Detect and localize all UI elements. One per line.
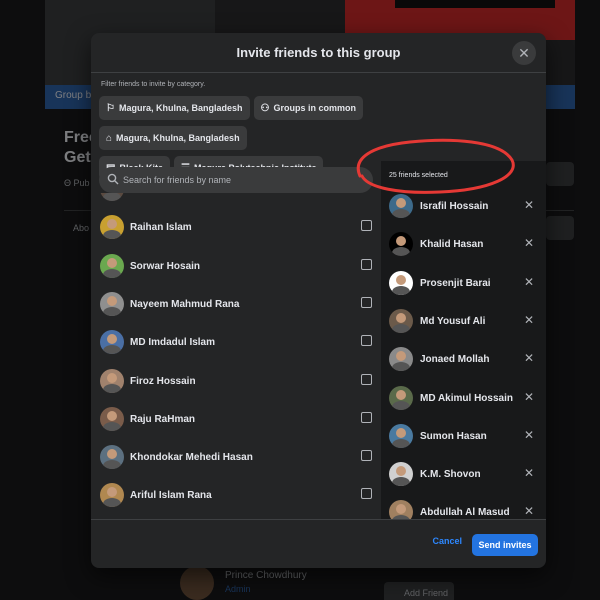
invite-checkbox[interactable] (361, 335, 372, 347)
location-icon: ⚐ (106, 103, 115, 114)
avatar (389, 194, 413, 218)
avatar (389, 462, 413, 487)
friend-name: Khondokar Mehedi Hasan (130, 452, 253, 464)
friend-row[interactable]: Sorwar Hosain (99, 248, 379, 286)
groups-icon: ⚇ (260, 103, 270, 114)
close-icon: ✕ (518, 45, 530, 61)
selected-friend-name: Jonaed Mollah (420, 354, 490, 366)
avatar (100, 330, 124, 355)
selected-friend-row: Prosenjit Barai ✕ (389, 265, 539, 303)
remove-icon[interactable]: ✕ (524, 390, 534, 404)
selected-friend-name: Abdullah Al Masud (420, 507, 510, 519)
remove-icon[interactable]: ✕ (524, 351, 534, 365)
selected-friend-name: MD Akimul Hossain (420, 392, 513, 404)
friend-name: Raju RaHman (130, 413, 196, 425)
selected-friend-row: K.M. Shovon ✕ (389, 456, 539, 494)
avatar (100, 406, 124, 431)
friend-row[interactable]: Firoz Hossain (99, 363, 379, 401)
selected-count: 25 friends selected (389, 172, 448, 179)
friend-name: Raihan Islam (130, 222, 192, 234)
remove-icon[interactable]: ✕ (524, 275, 534, 289)
filter-chip-label: Magura, Khulna, Bangladesh (116, 133, 240, 143)
avatar (100, 253, 124, 278)
avatar (100, 445, 124, 470)
invite-checkbox[interactable] (361, 373, 372, 385)
friend-row[interactable]: Raju RaHman (99, 401, 379, 439)
invite-checkbox[interactable] (361, 450, 372, 462)
selected-friend-name: Israfil Hossain (420, 201, 489, 212)
avatar (389, 423, 413, 448)
cancel-button[interactable]: Cancel (432, 536, 462, 546)
selected-friend-row: Israfil Hossain ✕ (389, 188, 539, 226)
avatar (100, 291, 124, 316)
invite-checkbox[interactable] (361, 296, 372, 308)
friend-row[interactable]: Nayeem Mahmud Rana (99, 286, 379, 324)
selected-friend-name: K.M. Shovon (420, 469, 481, 481)
selected-friend-row: Khalid Hasan ✕ (389, 226, 539, 264)
invite-friends-dialog: Invite friends to this group ✕ Filter fr… (91, 33, 546, 568)
close-button[interactable]: ✕ (512, 41, 536, 65)
filter-chip[interactable]: ⚇ Groups in common (253, 96, 363, 120)
invite-checkbox[interactable] (361, 258, 372, 270)
friend-name: Ariful Islam Rana (130, 490, 212, 502)
selected-friend-name: Khalid Hasan (420, 239, 484, 251)
hometown-icon: ⌂ (106, 133, 113, 144)
search-input[interactable] (123, 167, 368, 193)
avatar (389, 500, 413, 519)
friend-row[interactable]: MD Imdadul Islam (99, 324, 379, 362)
friend-list[interactable]: Mostofa Kamal Raihan Islam Sorwar Hosain Na… (91, 193, 381, 519)
remove-icon[interactable]: ✕ (524, 198, 534, 212)
invite-checkbox[interactable] (361, 220, 372, 232)
selected-friends-panel: 25 friends selected Israfil Hossain ✕ Khal… (381, 161, 546, 519)
friend-name: Firoz Hossain (130, 375, 196, 387)
selected-friend-name: Sumon Hasan (420, 430, 487, 442)
friend-name: Sorwar Hosain (130, 260, 201, 272)
remove-icon[interactable]: ✕ (524, 428, 534, 442)
filter-chip-label: Magura, Khulna, Bangladesh (118, 103, 243, 113)
friend-row[interactable]: Ariful Islam Rana (99, 477, 379, 515)
avatar (389, 270, 413, 295)
invite-checkbox[interactable] (361, 488, 372, 500)
remove-icon[interactable]: ✕ (524, 313, 534, 327)
filter-label: Filter friends to invite by category. (101, 81, 206, 88)
friend-name: Mostofa Kamal (130, 193, 201, 195)
friend-name: MD Imdadul Islam (130, 337, 216, 349)
avatar (100, 368, 124, 393)
friend-search-box (99, 167, 373, 193)
friend-row[interactable]: Raihan Islam (99, 209, 379, 247)
remove-icon[interactable]: ✕ (524, 504, 534, 518)
avatar (100, 483, 124, 508)
selected-friend-row: Sumon Hasan ✕ (389, 418, 539, 456)
avatar (389, 308, 413, 333)
friend-row[interactable]: Mostofa Kamal (99, 193, 379, 209)
remove-icon[interactable]: ✕ (524, 466, 534, 480)
dialog-title: Invite friends to this group (236, 45, 401, 60)
friend-name: Nayeem Mahmud Rana (130, 298, 240, 310)
dialog-footer: Cancel Send invites (91, 519, 546, 568)
invite-checkbox[interactable] (361, 411, 372, 423)
avatar (100, 193, 124, 201)
selected-friend-row: MD Akimul Hossain ✕ (389, 380, 539, 418)
avatar (100, 215, 124, 240)
filter-chip[interactable]: ⚐ Magura, Khulna, Bangladesh (99, 96, 250, 120)
search-icon (107, 173, 119, 185)
avatar (389, 347, 413, 372)
avatar (389, 232, 413, 257)
selected-friend-row: Jonaed Mollah ✕ (389, 341, 539, 379)
filter-chip-label: Groups in common (273, 103, 356, 113)
selected-friend-name: Prosenjit Barai (420, 277, 491, 289)
avatar (389, 385, 413, 410)
selected-friend-row: Abdullah Al Masud ✕ (389, 494, 539, 519)
filter-chip[interactable]: ⌂ Magura, Khulna, Bangladesh (99, 126, 247, 150)
send-invites-button[interactable]: Send invites (472, 534, 538, 556)
remove-icon[interactable]: ✕ (524, 236, 534, 250)
friend-row[interactable]: Khondokar Mehedi Hasan (99, 439, 379, 477)
selected-friend-name: Md Yousuf Ali (420, 315, 486, 327)
selected-friend-row: Md Yousuf Ali ✕ (389, 303, 539, 341)
dialog-header: Invite friends to this group ✕ (91, 33, 546, 73)
